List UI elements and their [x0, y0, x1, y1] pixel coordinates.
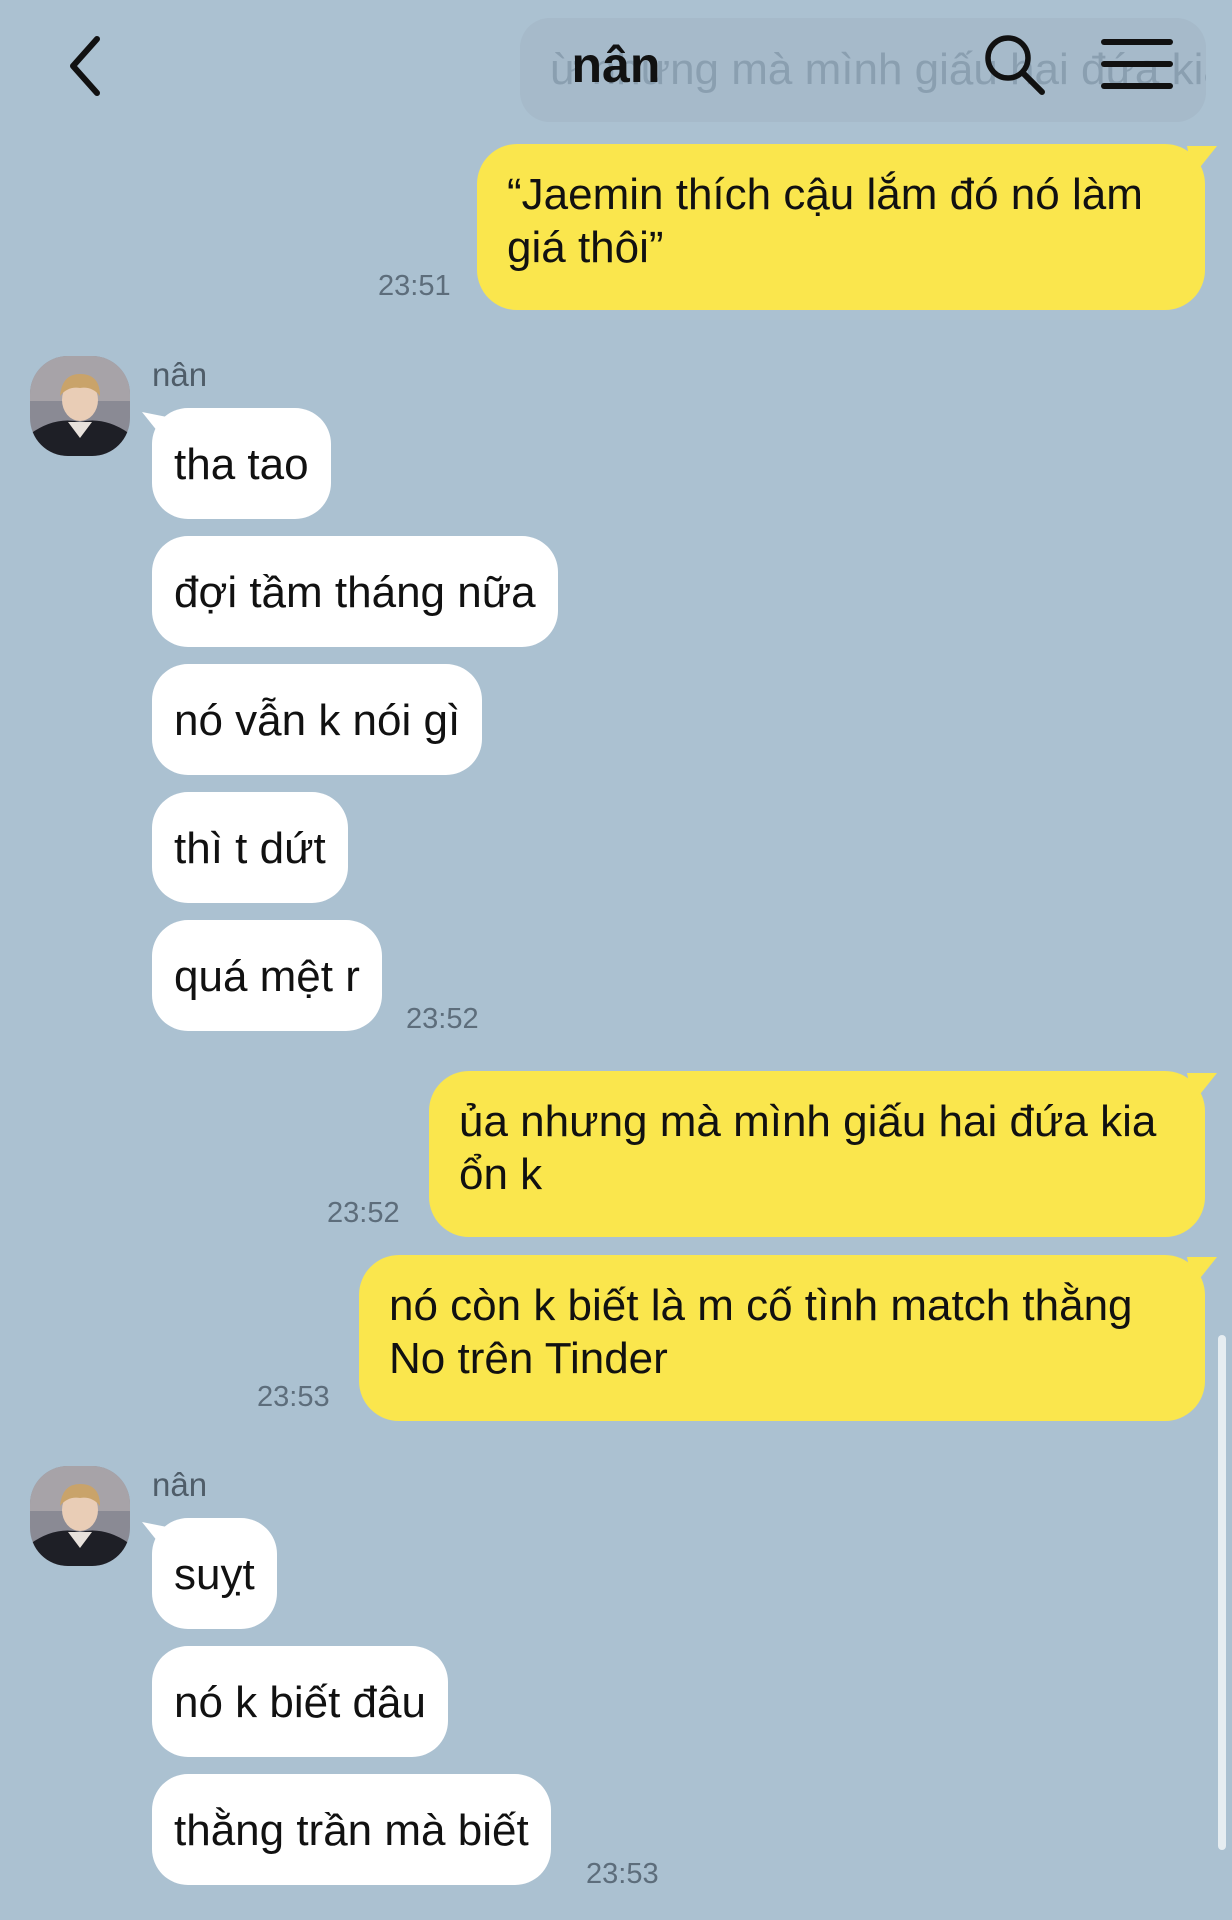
incoming-message[interactable]: tha tao — [152, 408, 331, 519]
incoming-message[interactable]: nó k biết đâu — [152, 1646, 448, 1757]
sender-name: nân — [152, 356, 208, 393]
message-time: 23:52 — [327, 1197, 400, 1229]
contact-avatar[interactable] — [30, 356, 130, 456]
avatar-photo — [30, 356, 130, 456]
message-time: 23:52 — [406, 1003, 479, 1035]
outgoing-message[interactable]: ủa nhưng mà mình giấu hai đứa kia ổn k — [429, 1071, 1205, 1237]
incoming-message[interactable]: thằng trần mà biết — [152, 1774, 551, 1885]
chat-header: ừ nhưng mà mình giấu hai đứa kia ổn k nâ… — [0, 0, 1232, 130]
incoming-message[interactable]: suỵt — [152, 1518, 277, 1629]
message-time: 23:53 — [257, 1381, 330, 1413]
search-button[interactable] — [980, 30, 1050, 100]
incoming-message[interactable]: thì t dứt — [152, 792, 348, 903]
incoming-message[interactable]: đợi tầm tháng nữa — [152, 536, 558, 647]
incoming-message[interactable]: quá mệt r — [152, 920, 382, 1031]
message-time: 23:51 — [378, 270, 451, 302]
outgoing-message[interactable]: nó còn k biết là m cố tình match thằng N… — [359, 1255, 1205, 1421]
avatar-photo — [30, 1466, 130, 1566]
message-time: 23:53 — [586, 1858, 659, 1890]
sender-name: nân — [152, 1466, 208, 1503]
scrollbar[interactable] — [1218, 1335, 1226, 1850]
outgoing-message[interactable]: “Jaemin thích cậu lắm đó nó làm giá thôi… — [477, 144, 1205, 310]
menu-button[interactable] — [1100, 34, 1174, 94]
contact-avatar[interactable] — [30, 1466, 130, 1566]
search-icon — [985, 35, 1045, 95]
hamburger-menu-icon — [1101, 39, 1173, 89]
incoming-message[interactable]: nó vẫn k nói gì — [152, 664, 483, 775]
